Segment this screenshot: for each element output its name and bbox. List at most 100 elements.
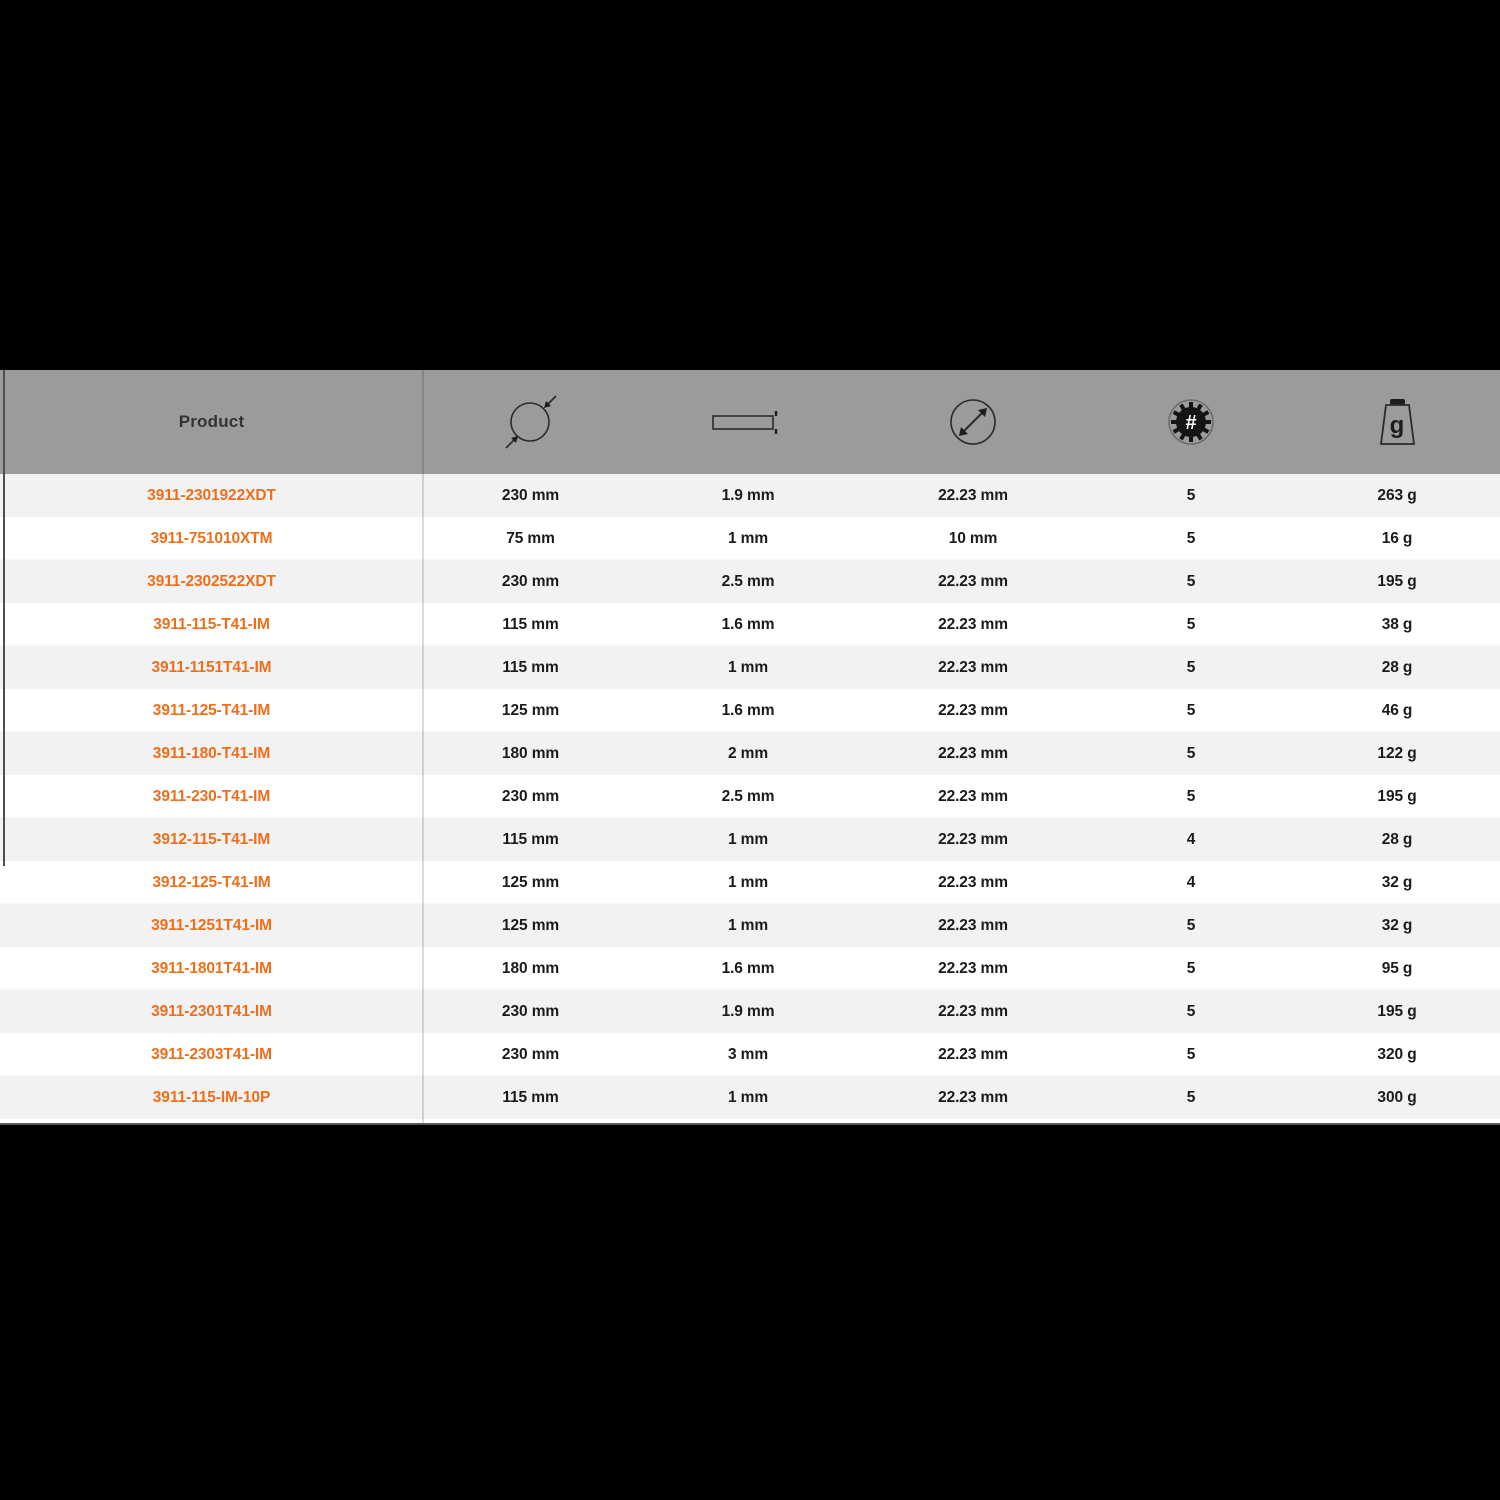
product-link[interactable]: 3911-2301922XDT <box>147 487 276 504</box>
column-header-thickness[interactable] <box>638 370 858 474</box>
table-row[interactable]: 3912-115-T41-IM 115 mm 1 mm 22.23 mm 4 28 g <box>0 818 1500 861</box>
product-link[interactable]: 3911-2303T41-IM <box>151 1046 272 1063</box>
cell-quantity: 5 <box>1186 572 1196 590</box>
cell-product[interactable]: 3911-1251T41-IM <box>0 904 423 947</box>
column-header-quantity[interactable]: # <box>1088 370 1294 474</box>
table-row[interactable]: 3911-1151T41-IM 115 mm 1 mm 22.23 mm 5 28 g <box>0 646 1500 689</box>
cell-outer-diameter: 180 mm <box>501 744 560 762</box>
table-row[interactable]: 3912-125-T41-IM 125 mm 1 mm 22.23 mm 4 32 g <box>0 861 1500 904</box>
column-header-bore-diameter[interactable] <box>858 370 1088 474</box>
column-header-weight[interactable]: g <box>1294 370 1500 474</box>
cell-quantity: 5 <box>1186 486 1196 504</box>
cell-weight: 320 g <box>1294 1033 1500 1076</box>
cell-thickness: 1 mm <box>727 1088 769 1106</box>
cell-outer-diameter: 75 mm <box>423 517 638 560</box>
cell-weight: 95 g <box>1294 947 1500 990</box>
cell-weight: 16 g <box>1294 517 1500 560</box>
table-row[interactable]: 3911-115-IM-10P 115 mm 1 mm 22.23 mm 5 300 g <box>0 1076 1500 1119</box>
cell-outer-diameter: 115 mm <box>423 603 638 646</box>
cell-bore-diameter: 22.23 mm <box>858 603 1088 646</box>
cell-product[interactable]: 3911-2302522XDT <box>0 560 423 603</box>
cell-product[interactable]: 3911-1151T41-IM <box>0 646 423 689</box>
product-link[interactable]: 3911-115-T41-IM <box>153 616 270 633</box>
product-link[interactable]: 3911-125-T41-IM <box>153 702 271 719</box>
product-link[interactable]: 3911-1251T41-IM <box>151 917 272 934</box>
cell-quantity: 5 <box>1088 689 1294 732</box>
cell-quantity: 4 <box>1186 830 1196 848</box>
cell-thickness: 1 mm <box>638 517 858 560</box>
table-row[interactable]: 3911-1801T41-IM 180 mm 1.6 mm 22.23 mm 5 95 g <box>0 947 1500 990</box>
cell-quantity: 5 <box>1088 775 1294 818</box>
product-specification-table: Product # g 3911-2301922XDT 230 mm 1.9 m… <box>0 370 1500 1119</box>
table-header-row: Product # g <box>0 370 1500 474</box>
cell-product[interactable]: 3911-115-IM-10P <box>0 1076 423 1119</box>
cell-product[interactable]: 3911-2303T41-IM <box>0 1033 423 1076</box>
product-link[interactable]: 3911-1151T41-IM <box>151 659 271 676</box>
quantity-hash-icon: # <box>1088 370 1294 474</box>
table-row[interactable]: 3911-230-T41-IM 230 mm 2.5 mm 22.23 mm 5 195 … <box>0 775 1500 818</box>
cell-thickness: 1.6 mm <box>638 603 858 646</box>
column-header-outer-diameter[interactable] <box>423 370 638 474</box>
cell-weight: 28 g <box>1381 658 1413 676</box>
cell-product[interactable]: 3911-751010XTM <box>0 517 423 560</box>
table-header: Product # g <box>0 370 1500 474</box>
cell-thickness: 2 mm <box>727 744 769 762</box>
cell-weight: 263 g <box>1377 486 1417 504</box>
cell-bore-diameter: 22.23 mm <box>938 916 1008 934</box>
cell-weight: 195 g <box>1377 572 1417 590</box>
cell-product[interactable]: 3911-1801T41-IM <box>0 947 423 990</box>
table-row[interactable]: 3911-115-T41-IM 115 mm 1.6 mm 22.23 mm 5 38 g <box>0 603 1500 646</box>
cell-quantity: 5 <box>1088 947 1294 990</box>
product-link[interactable]: 3911-230-T41-IM <box>153 788 271 805</box>
table-row[interactable]: 3911-2303T41-IM 230 mm 3 mm 22.23 mm 5 320 g <box>0 1033 1500 1076</box>
cell-quantity: 5 <box>1186 658 1196 676</box>
product-link[interactable]: 3911-1801T41-IM <box>151 960 272 977</box>
cell-thickness: 1.9 mm <box>721 486 775 504</box>
table-row[interactable]: 3911-2301922XDT 230 mm 1.9 mm 22.23 mm 5 263 … <box>0 474 1500 517</box>
cell-outer-diameter: 230 mm <box>423 775 638 818</box>
cell-product[interactable]: 3911-125-T41-IM <box>0 689 423 732</box>
cell-outer-diameter: 115 mm <box>502 1088 559 1106</box>
cell-product[interactable]: 3911-2301922XDT <box>0 474 423 517</box>
cell-bore-diameter: 10 mm <box>858 517 1088 560</box>
cell-weight: 122 g <box>1377 744 1417 762</box>
cell-quantity: 5 <box>1186 1088 1196 1106</box>
table-row[interactable]: 3911-125-T41-IM 125 mm 1.6 mm 22.23 mm 5 46 g <box>0 689 1500 732</box>
cell-product[interactable]: 3911-230-T41-IM <box>0 775 423 818</box>
table-row[interactable]: 3911-1251T41-IM 125 mm 1 mm 22.23 mm 5 32 g <box>0 904 1500 947</box>
table-row[interactable]: 3911-2301T41-IM 230 mm 1.9 mm 22.23 mm 5 195 … <box>0 990 1500 1033</box>
cell-quantity: 4 <box>1088 861 1294 904</box>
cell-bore-diameter: 22.23 mm <box>858 689 1088 732</box>
cell-product[interactable]: 3911-180-T41-IM <box>0 732 423 775</box>
cell-quantity: 5 <box>1186 1002 1196 1020</box>
outer-diameter-icon <box>423 370 638 474</box>
cell-product[interactable]: 3912-125-T41-IM <box>0 861 423 904</box>
cell-bore-diameter: 22.23 mm <box>938 486 1008 504</box>
cell-thickness: 1 mm <box>727 830 769 848</box>
table-row[interactable]: 3911-751010XTM 75 mm 1 mm 10 mm 5 16 g <box>0 517 1500 560</box>
product-link[interactable]: 3911-2302522XDT <box>147 573 276 590</box>
table-body: 3911-2301922XDT 230 mm 1.9 mm 22.23 mm 5 263 … <box>0 474 1500 1119</box>
product-link[interactable]: 3912-125-T41-IM <box>152 874 270 891</box>
cell-thickness: 3 mm <box>638 1033 858 1076</box>
cell-quantity: 5 <box>1186 916 1196 934</box>
table-row[interactable]: 3911-2302522XDT 230 mm 2.5 mm 22.23 mm 5 195 … <box>0 560 1500 603</box>
weight-gram-icon: g <box>1294 370 1500 474</box>
cell-product[interactable]: 3911-115-T41-IM <box>0 603 423 646</box>
product-link[interactable]: 3911-115-IM-10P <box>153 1089 271 1106</box>
product-link[interactable]: 3911-180-T41-IM <box>153 745 271 762</box>
product-link[interactable]: 3911-751010XTM <box>151 530 273 547</box>
cell-thickness: 1.6 mm <box>638 947 858 990</box>
product-specification-table-container: Product # g 3911-2301922XDT 230 mm 1.9 m… <box>0 370 1500 1125</box>
cell-product[interactable]: 3911-2301T41-IM <box>0 990 423 1033</box>
product-link[interactable]: 3912-115-T41-IM <box>153 831 271 848</box>
column-header-product[interactable]: Product <box>0 370 423 474</box>
cell-product[interactable]: 3912-115-T41-IM <box>0 818 423 861</box>
cell-outer-diameter: 125 mm <box>423 861 638 904</box>
table-row[interactable]: 3911-180-T41-IM 180 mm 2 mm 22.23 mm 5 122 g <box>0 732 1500 775</box>
product-link[interactable]: 3911-2301T41-IM <box>151 1003 272 1020</box>
cell-bore-diameter: 22.23 mm <box>858 775 1088 818</box>
quantity-hash-glyph: # <box>1185 412 1196 434</box>
cell-thickness: 2.5 mm <box>721 572 775 590</box>
cell-bore-diameter: 22.23 mm <box>938 830 1008 848</box>
